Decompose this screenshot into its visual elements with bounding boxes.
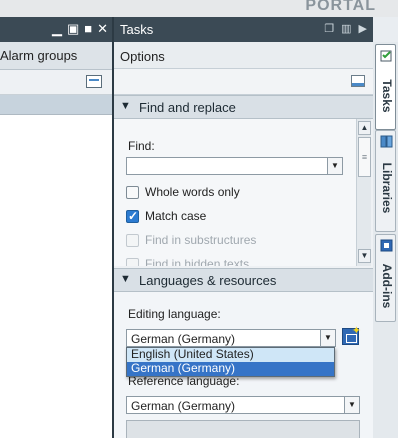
top-strip: PORTAL <box>0 0 398 17</box>
chevron-down-icon: ▼ <box>120 273 131 285</box>
checkbox-disabled[interactable] <box>126 233 139 247</box>
find-replace-scrollbar[interactable]: ▲ ≡ ▼ <box>356 119 371 266</box>
left-column-header <box>0 95 112 115</box>
checkbox-hidden-texts[interactable]: Find in hidden texts <box>126 255 249 266</box>
checkbox-label: Find in hidden texts <box>145 257 250 266</box>
checkbox-disabled[interactable] <box>126 257 139 266</box>
restore-icon[interactable]: ▣ <box>67 21 79 37</box>
close-icon[interactable]: ✕ <box>97 21 108 37</box>
reference-dropdown-button[interactable]: ▼ <box>344 397 359 413</box>
checkbox-substructures[interactable]: Find in substructures <box>126 231 256 249</box>
float-panel-icon[interactable]: ❐ <box>324 22 334 35</box>
reference-language-value: German (Germany) <box>131 399 236 413</box>
language-settings-icon[interactable] <box>342 324 361 345</box>
options-label: Options <box>120 49 165 64</box>
portal-brand: PORTAL <box>305 0 376 14</box>
languages-title: Languages & resources <box>139 273 277 288</box>
left-toolbar <box>0 70 112 95</box>
checkbox-whole-words[interactable]: Whole words only <box>126 183 240 201</box>
split-panel-icon[interactable]: ▥ <box>341 22 351 35</box>
find-replace-body: Find: ▼ Whole words only Match case Find… <box>114 119 356 266</box>
left-window-buttons: ▁ ▣ ■ ✕ <box>52 21 108 37</box>
tasks-icon <box>380 50 392 62</box>
checkbox-checked[interactable] <box>126 209 139 223</box>
languages-body: Editing language: German (Germany) ▼ Eng… <box>114 292 373 438</box>
side-tab-label: Add-ins <box>380 263 394 309</box>
left-content-area <box>0 115 112 438</box>
checkbox-label: Whole words only <box>145 185 240 199</box>
side-tab-libraries[interactable]: Libraries <box>375 130 396 232</box>
tasks-area: Options ▼ Find and replace Find: ▼ Whole… <box>114 42 373 438</box>
tasks-title: Tasks <box>120 22 154 37</box>
dropdown-option-german[interactable]: German (Germany) <box>127 362 334 376</box>
side-tab-strip: Tasks Libraries Add-ins <box>373 42 398 438</box>
find-replace-header[interactable]: ▼ Find and replace <box>114 95 373 119</box>
add-ins-icon <box>380 239 393 252</box>
left-panel-titlebar: ▁ ▣ ■ ✕ <box>0 17 112 42</box>
find-input[interactable]: ▼ <box>126 157 343 175</box>
checkbox-label: Match case <box>145 209 207 223</box>
side-tab-add-ins[interactable]: Add-ins <box>375 234 396 322</box>
editing-language-select[interactable]: German (Germany) ▼ <box>126 329 336 347</box>
scroll-up-icon[interactable]: ▲ <box>358 121 371 135</box>
chevron-down-icon: ▼ <box>120 100 131 112</box>
checkbox[interactable] <box>126 185 139 199</box>
scroll-thumb[interactable]: ≡ <box>358 137 371 177</box>
table-settings-icon[interactable] <box>86 75 102 88</box>
tab-alarm-groups[interactable]: Alarm groups <box>0 48 77 63</box>
collapse-arrow-icon[interactable]: ▶ <box>359 22 367 35</box>
options-bar: Options <box>114 42 373 69</box>
tasks-titlebar: Tasks ❐ ▥ ▶ <box>114 17 373 42</box>
scroll-down-icon[interactable]: ▼ <box>358 249 371 263</box>
maximize-icon[interactable]: ■ <box>84 21 92 37</box>
reference-language-select[interactable]: German (Germany) ▼ <box>126 396 360 414</box>
checkbox-label: Find in substructures <box>145 233 257 247</box>
libraries-icon <box>380 135 393 148</box>
minimize-icon[interactable]: ▁ <box>52 21 62 37</box>
languages-header[interactable]: ▼ Languages & resources <box>114 268 373 292</box>
options-toolbar <box>114 69 373 95</box>
find-label: Find: <box>128 139 155 153</box>
find-dropdown-button[interactable]: ▼ <box>327 158 342 174</box>
left-tab-bar: Alarm groups <box>0 42 112 70</box>
language-dropdown-list: English (United States) German (Germany) <box>126 347 335 377</box>
translation-area <box>126 420 360 438</box>
side-tab-label: Tasks <box>380 79 394 113</box>
side-tab-label: Libraries <box>380 162 394 214</box>
tasks-window-buttons: ❐ ▥ ▶ <box>324 22 367 35</box>
layout-icon[interactable] <box>351 75 365 87</box>
editing-language-value: German (Germany) <box>131 332 236 346</box>
side-tab-tasks[interactable]: Tasks <box>375 44 396 130</box>
checkbox-match-case[interactable]: Match case <box>126 207 206 225</box>
find-replace-title: Find and replace <box>139 100 236 115</box>
dropdown-option-english[interactable]: English (United States) <box>127 348 334 362</box>
editing-language-label: Editing language: <box>128 307 221 321</box>
editing-dropdown-button[interactable]: ▼ <box>320 330 335 346</box>
